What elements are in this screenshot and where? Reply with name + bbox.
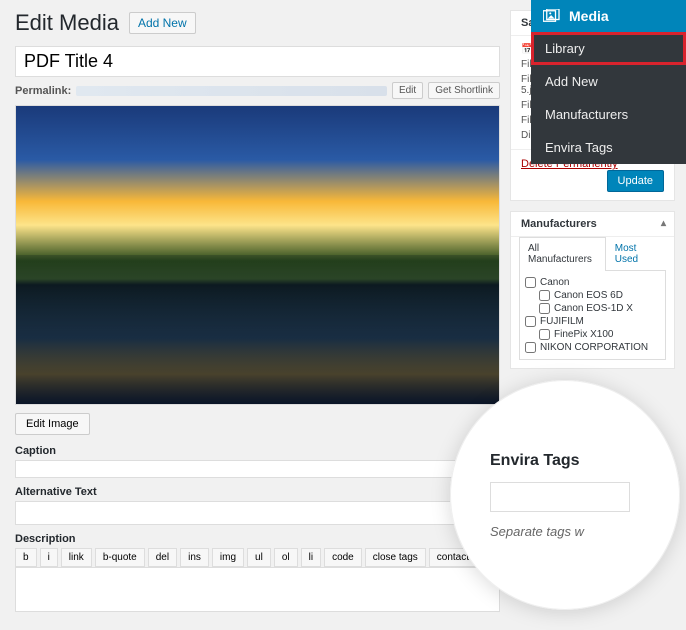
editor-btn-i[interactable]: i	[40, 548, 58, 567]
checkbox-finepix[interactable]	[539, 329, 550, 340]
editor-toolbar: b i link b-quote del ins img ul ol li co…	[15, 548, 500, 567]
list-item: Canon	[525, 276, 660, 289]
manufacturers-list[interactable]: Canon Canon EOS 6D Canon EOS-1D X FUJIFI…	[519, 271, 666, 360]
editor-btn-ins[interactable]: ins	[180, 548, 209, 567]
checkbox-canon-eos6d[interactable]	[539, 290, 550, 301]
list-item: Canon EOS 6D	[525, 289, 660, 302]
add-new-button[interactable]: Add New	[129, 12, 196, 34]
checkbox-canon-eos1dx[interactable]	[539, 303, 550, 314]
editor-btn-close[interactable]: close tags	[365, 548, 426, 567]
media-icon	[543, 9, 561, 23]
post-title-input[interactable]	[15, 46, 500, 77]
editor-btn-ul[interactable]: ul	[247, 548, 271, 567]
editor-btn-bquote[interactable]: b-quote	[95, 548, 145, 567]
menu-item-manufacturers[interactable]: Manufacturers	[531, 98, 686, 131]
page-title: Edit Media	[15, 10, 119, 36]
media-preview-image	[15, 105, 500, 405]
envira-tags-hint: Separate tags w	[490, 524, 584, 539]
editor-btn-li[interactable]: li	[301, 548, 321, 567]
update-button[interactable]: Update	[607, 170, 664, 192]
list-item: Canon EOS-1D X	[525, 302, 660, 315]
manufacturers-title: Manufacturers ▴	[511, 212, 674, 237]
permalink-url	[76, 86, 387, 96]
tab-most-used[interactable]: Most Used	[606, 237, 666, 270]
checkbox-fujifilm[interactable]	[525, 316, 536, 327]
edit-image-button[interactable]: Edit Image	[15, 413, 90, 435]
permalink-label: Permalink:	[15, 85, 71, 97]
menu-item-add-new[interactable]: Add New	[531, 65, 686, 98]
description-editor[interactable]	[15, 567, 500, 612]
editor-btn-code[interactable]: code	[324, 548, 362, 567]
editor-btn-link[interactable]: link	[61, 548, 92, 567]
editor-btn-img[interactable]: img	[212, 548, 244, 567]
menu-header-media[interactable]: Media	[531, 0, 686, 32]
checkbox-canon[interactable]	[525, 277, 536, 288]
list-item: NIKON CORPORATION	[525, 341, 660, 354]
collapse-icon[interactable]: ▴	[661, 218, 666, 229]
alt-text-input[interactable]	[15, 501, 500, 525]
get-shortlink-button[interactable]: Get Shortlink	[428, 82, 500, 99]
checkbox-nikon[interactable]	[525, 342, 536, 353]
editor-btn-del[interactable]: del	[148, 548, 177, 567]
list-item: FUJIFILM	[525, 315, 660, 328]
caption-label: Caption	[15, 445, 500, 457]
envira-tags-input[interactable]	[490, 482, 630, 512]
zoom-callout: Envira Tags Separate tags w	[450, 380, 680, 610]
editor-btn-ol[interactable]: ol	[274, 548, 298, 567]
envira-tags-title: Envira Tags	[490, 452, 580, 470]
menu-item-envira-tags[interactable]: Envira Tags	[531, 131, 686, 164]
admin-submenu: Media Library Add New Manufacturers Envi…	[531, 0, 686, 164]
description-label: Description	[15, 533, 500, 545]
permalink-edit-button[interactable]: Edit	[392, 82, 423, 99]
caption-input[interactable]	[15, 460, 500, 478]
menu-item-library[interactable]: Library	[531, 32, 686, 65]
alt-text-label: Alternative Text	[15, 486, 500, 498]
editor-btn-b[interactable]: b	[15, 548, 37, 567]
list-item: FinePix X100	[525, 328, 660, 341]
tab-all-manufacturers[interactable]: All Manufacturers	[519, 237, 606, 271]
manufacturers-metabox: Manufacturers ▴ All Manufacturers Most U…	[510, 211, 675, 369]
